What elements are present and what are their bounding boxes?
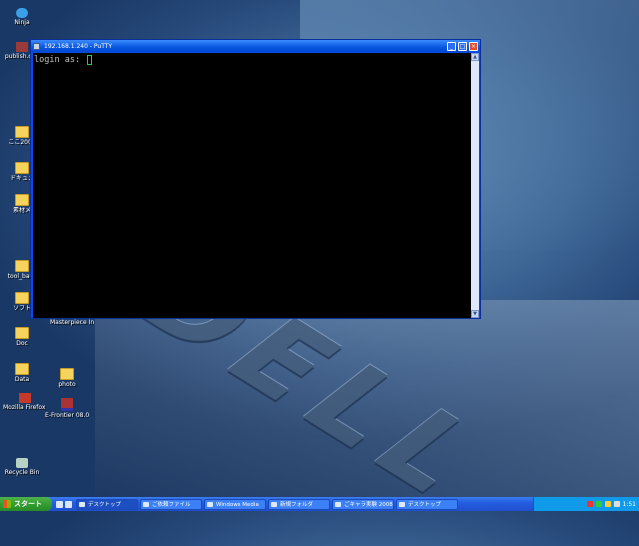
desktop-icon-photo[interactable]: photo bbox=[45, 368, 89, 388]
desktop-icon-label: Recycle Bin bbox=[4, 469, 40, 476]
task-button[interactable]: ごキャラ実験 2008 bbox=[332, 498, 394, 510]
desktop-icon-label: E-Frontier 08.08.00 bbox=[45, 412, 89, 419]
start-label: スタート bbox=[14, 500, 42, 508]
scroll-down-arrow-icon[interactable]: ▼ bbox=[471, 310, 479, 318]
app-icon bbox=[61, 398, 73, 411]
desktop-icon-ninja[interactable]: Ninja bbox=[0, 8, 44, 26]
folder-icon bbox=[15, 126, 29, 138]
folder-icon bbox=[15, 327, 29, 339]
clock[interactable]: 1:51 bbox=[623, 501, 636, 508]
speaker-icon[interactable] bbox=[613, 501, 620, 507]
window-title: 192.168.1.240 - PuTTY bbox=[44, 42, 113, 50]
folder-icon bbox=[15, 260, 29, 272]
minimize-button[interactable]: _ bbox=[447, 41, 456, 51]
quick-launch bbox=[56, 500, 72, 508]
window-titlebar[interactable]: 192.168.1.240 - PuTTY _ □ × bbox=[31, 40, 480, 52]
close-button[interactable]: × bbox=[469, 41, 478, 51]
login-prompt: login as: bbox=[34, 55, 86, 65]
taskbar: スタート デスクトップ ご依頼ファイル Windows Media 新規フォルダ… bbox=[0, 497, 639, 511]
desktop-icon-recycle-bin[interactable]: Recycle Bin bbox=[0, 458, 44, 476]
putty-window[interactable]: 192.168.1.240 - PuTTY _ □ × login as: ▲ … bbox=[30, 39, 481, 319]
folder-icon bbox=[15, 194, 29, 206]
terminal-line: login as: bbox=[33, 53, 472, 67]
app-icon bbox=[19, 393, 31, 403]
maximize-button[interactable]: □ bbox=[458, 41, 467, 51]
task-button[interactable]: 新規フォルダ bbox=[268, 498, 330, 510]
folder-icon bbox=[15, 363, 29, 375]
desktop-icon-label: Ninja bbox=[14, 19, 30, 26]
text-cursor bbox=[87, 55, 93, 65]
task-button[interactable]: デスクトップ bbox=[396, 498, 458, 510]
desktop-icon-label: Data bbox=[14, 376, 30, 383]
tray-icon[interactable] bbox=[586, 501, 593, 507]
desktop-icon-folder-7[interactable]: Data bbox=[0, 363, 44, 383]
desktop-icon-label: photo bbox=[58, 381, 76, 388]
desktop-icon-label: Masterpiece Information bbox=[50, 319, 94, 326]
desktop-icon-folder-6[interactable]: Doc bbox=[0, 327, 44, 347]
folder-icon bbox=[15, 292, 29, 304]
scrollbar-thumb[interactable] bbox=[471, 61, 479, 310]
folder-icon bbox=[60, 368, 74, 380]
desktop-icon-label: Doc bbox=[16, 340, 28, 347]
windows-logo-icon bbox=[3, 500, 11, 508]
task-button[interactable]: ご依頼ファイル bbox=[140, 498, 202, 510]
app-icon bbox=[16, 8, 28, 18]
putty-icon[interactable] bbox=[33, 42, 40, 50]
quick-launch-icon[interactable] bbox=[56, 500, 63, 508]
app-icon bbox=[16, 42, 28, 52]
desktop-icon-label: Mozilla Firefox Collection bbox=[3, 404, 47, 411]
folder-icon bbox=[15, 162, 29, 174]
terminal-area[interactable]: login as: bbox=[33, 53, 472, 318]
start-button[interactable]: スタート bbox=[0, 497, 52, 511]
task-buttons: デスクトップ ご依頼ファイル Windows Media 新規フォルダ ごキャラ… bbox=[76, 498, 458, 510]
task-button[interactable]: Windows Media bbox=[204, 498, 266, 510]
desktop-icon-efrontier[interactable]: E-Frontier 08.08.00 bbox=[45, 398, 89, 419]
quick-launch-icon[interactable] bbox=[65, 500, 72, 508]
recycle-bin-icon bbox=[16, 458, 28, 468]
tray-icon[interactable] bbox=[604, 501, 611, 507]
system-tray: 1:51 bbox=[533, 497, 639, 511]
tray-icon[interactable] bbox=[595, 501, 602, 507]
scroll-up-arrow-icon[interactable]: ▲ bbox=[471, 53, 479, 61]
vertical-scrollbar[interactable]: ▲ ▼ bbox=[471, 53, 479, 318]
task-button[interactable]: デスクトップ bbox=[76, 498, 138, 510]
desktop-icon-mozilla[interactable]: Mozilla Firefox Collection bbox=[3, 393, 47, 411]
